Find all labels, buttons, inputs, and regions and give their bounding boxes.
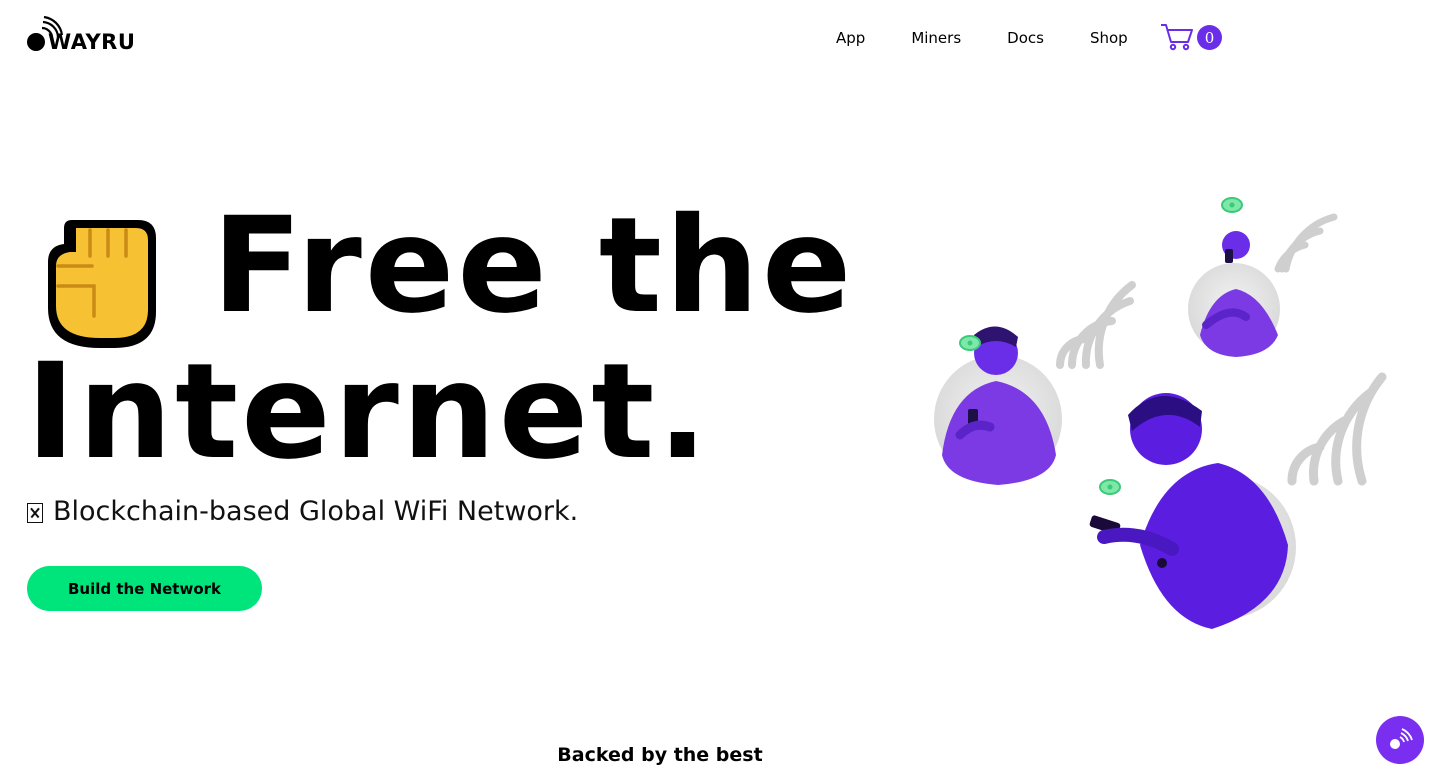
wifi-arcs-top bbox=[1274, 213, 1338, 273]
hero-title-line-1: Free the bbox=[212, 189, 855, 343]
nav-miners[interactable]: Miners bbox=[911, 29, 961, 47]
logo[interactable]: WAYRU bbox=[26, 16, 146, 56]
backed-by-heading: Backed by the best bbox=[557, 744, 763, 766]
shopping-cart-icon[interactable] bbox=[1160, 22, 1196, 52]
nav-shop[interactable]: Shop bbox=[1090, 29, 1128, 47]
build-network-button[interactable]: Build the Network bbox=[27, 566, 262, 611]
chat-wifi-icon[interactable] bbox=[1376, 716, 1424, 764]
hero-subtitle: Blockchain-based Global WiFi Network. bbox=[27, 496, 578, 527]
nav-app[interactable]: App bbox=[836, 29, 865, 47]
cart-count-badge[interactable]: 0 bbox=[1197, 25, 1222, 50]
raised-fist-icon bbox=[42, 216, 160, 352]
hero-subtitle-text: Blockchain-based Global WiFi Network. bbox=[53, 496, 579, 527]
hero-illustration bbox=[900, 185, 1410, 645]
missing-glyph-icon bbox=[27, 502, 43, 523]
hero-title-line-2: Internet. bbox=[26, 335, 711, 489]
wifi-arcs-right bbox=[1287, 372, 1387, 486]
logo-text: WAYRU bbox=[48, 30, 136, 54]
nav-docs[interactable]: Docs bbox=[1007, 29, 1044, 47]
wifi-arcs-middle bbox=[1056, 281, 1136, 369]
main-nav: App Miners Docs Shop bbox=[836, 26, 1162, 50]
